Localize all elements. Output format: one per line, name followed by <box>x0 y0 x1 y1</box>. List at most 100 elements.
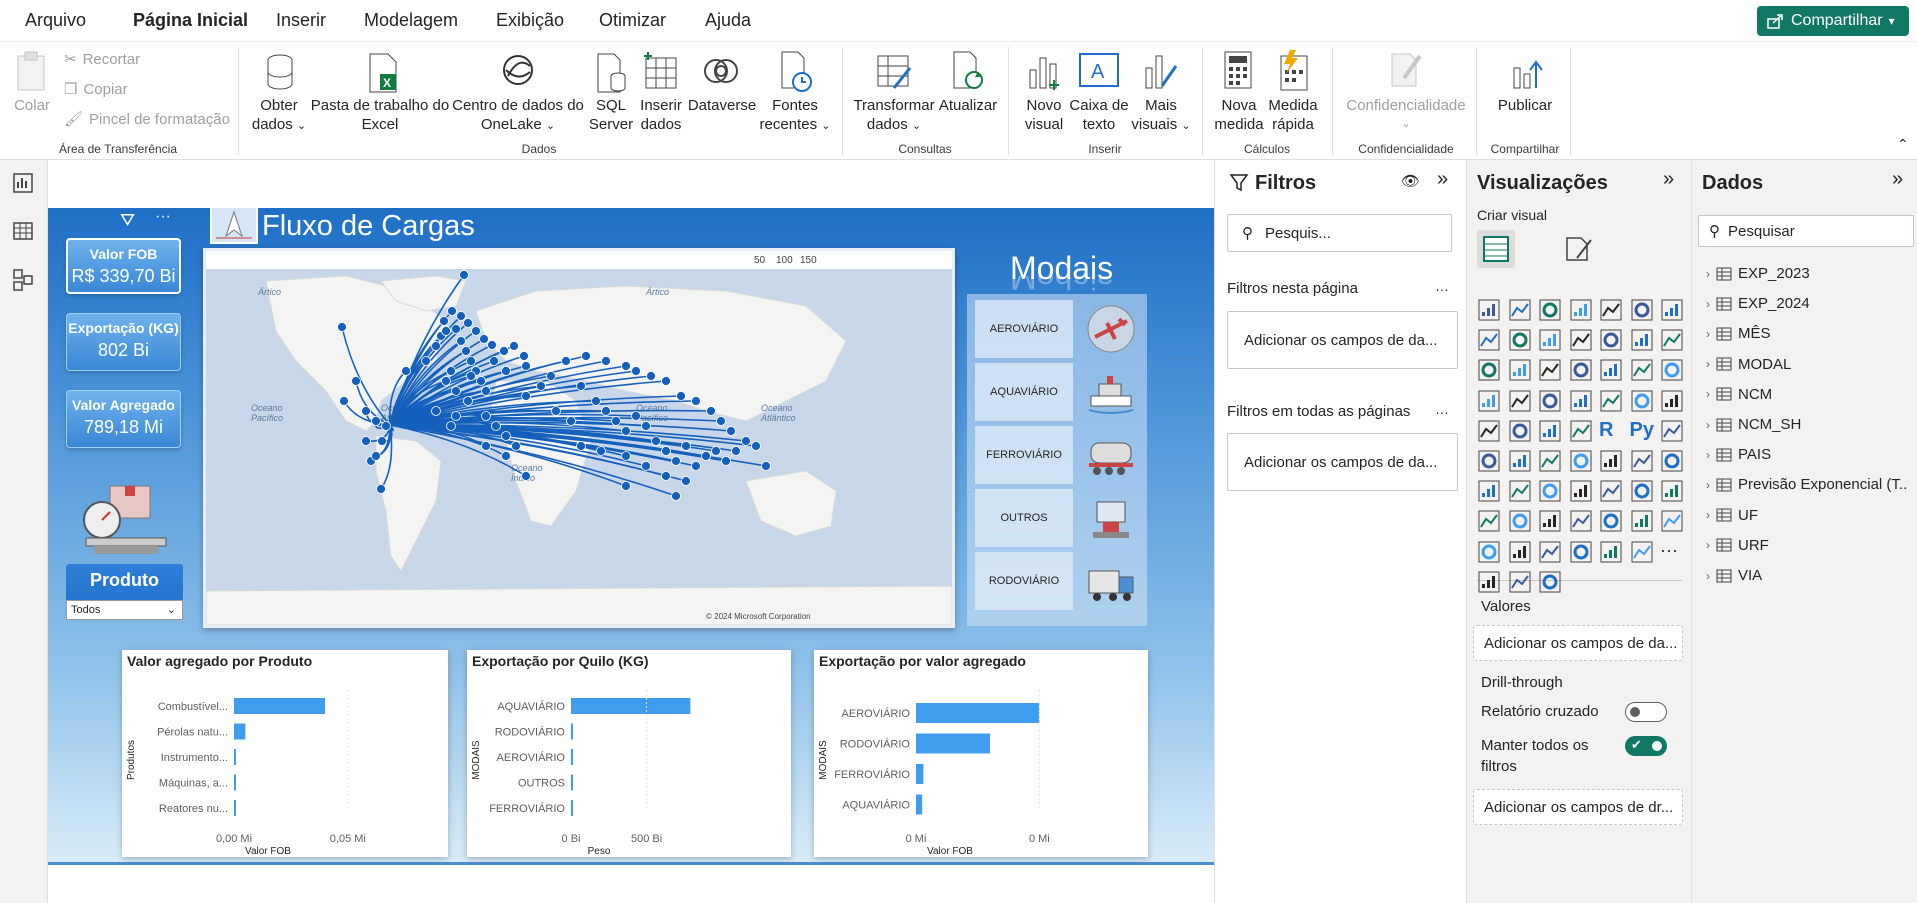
new-visual-button[interactable]: Novo visual <box>1018 96 1070 134</box>
route-destination-point[interactable] <box>731 446 741 456</box>
text-box-button[interactable]: Caixa de texto <box>1068 96 1130 134</box>
bar[interactable] <box>234 698 326 714</box>
visual-type-icon[interactable] <box>1569 540 1595 566</box>
route-destination-point[interactable] <box>521 391 531 401</box>
bar[interactable] <box>234 774 236 791</box>
route-destination-point[interactable] <box>351 376 361 386</box>
route-destination-point[interactable] <box>641 421 651 431</box>
sensitivity-button[interactable]: Confidencialidade ⌄ <box>1340 96 1472 134</box>
menu-exibicao[interactable]: Exibição <box>496 10 564 31</box>
visual-type-icon[interactable] <box>1630 540 1656 566</box>
filters-this-page-drop[interactable]: Adicionar os campos de da... <box>1227 311 1458 369</box>
bar[interactable] <box>234 723 246 740</box>
visual-type-icon[interactable] <box>1599 540 1625 566</box>
bar[interactable] <box>916 764 924 784</box>
route-destination-point[interactable] <box>381 421 391 431</box>
build-visual-tab[interactable] <box>1477 230 1515 268</box>
route-destination-point[interactable] <box>631 411 641 421</box>
more-visuals-button[interactable]: Mais visuais ⌄ <box>1130 96 1192 136</box>
visual-type-icon[interactable] <box>1569 328 1595 354</box>
visual-type-icon[interactable] <box>1508 479 1534 505</box>
more-options-icon[interactable]: … <box>1435 401 1449 417</box>
route-destination-point[interactable] <box>361 406 371 416</box>
visual-type-icon[interactable] <box>1477 570 1503 596</box>
route-destination-point[interactable] <box>447 306 457 316</box>
visual-type-icon[interactable] <box>1508 419 1534 445</box>
route-destination-point[interactable] <box>621 361 631 371</box>
route-destination-point[interactable] <box>487 340 497 350</box>
table-item[interactable]: › NCM_SH <box>1706 416 1801 433</box>
route-destination-point[interactable] <box>721 456 731 466</box>
visual-type-icon[interactable] <box>1660 509 1686 535</box>
visual-type-icon[interactable] <box>1477 328 1503 354</box>
collapse-filters-icon[interactable]: » <box>1437 168 1448 191</box>
menu-arquivo[interactable]: Arquivo <box>25 10 86 31</box>
route-destination-point[interactable] <box>711 446 721 456</box>
visual-type-icon[interactable] <box>1660 298 1686 324</box>
collapse-ribbon-icon[interactable]: ⌃ <box>1897 136 1909 153</box>
route-destination-point[interactable] <box>511 441 521 451</box>
route-destination-point[interactable] <box>761 461 771 471</box>
visual-type-icon[interactable] <box>1630 479 1656 505</box>
route-destination-point[interactable] <box>431 341 441 351</box>
route-destination-point[interactable] <box>441 326 451 336</box>
visual-type-icon[interactable] <box>1660 479 1686 505</box>
route-destination-point[interactable] <box>651 436 661 446</box>
route-destination-point[interactable] <box>716 416 726 426</box>
bar[interactable] <box>234 800 236 816</box>
route-destination-point[interactable] <box>566 416 576 426</box>
quick-measure-button[interactable]: Medida rápida <box>1264 96 1322 134</box>
route-destination-point[interactable] <box>576 441 586 451</box>
visual-type-icon[interactable] <box>1569 509 1595 535</box>
chart-exportacao-quilo[interactable]: Exportação por Quilo (KG) AQUAVIÁRIO RODO… <box>467 650 791 857</box>
route-destination-point[interactable] <box>751 441 761 451</box>
route-destination-point[interactable] <box>431 406 441 416</box>
route-destination-point[interactable] <box>621 481 631 491</box>
zoom-label[interactable]: 100 <box>776 255 793 266</box>
visual-type-icon[interactable] <box>1538 358 1564 384</box>
route-destination-point[interactable] <box>476 376 486 386</box>
route-destination-point[interactable] <box>446 421 456 431</box>
visual-type-icon[interactable] <box>1569 479 1595 505</box>
chart-exportacao-valor-agregado[interactable]: Exportação por valor agregado AEROVIÁRIO… <box>814 650 1148 857</box>
route-destination-point[interactable] <box>661 376 671 386</box>
menu-inserir[interactable]: Inserir <box>276 10 326 31</box>
visual-type-icon[interactable] <box>1508 298 1534 324</box>
visual-type-icon[interactable] <box>1538 570 1564 596</box>
route-destination-point[interactable] <box>661 446 671 456</box>
visual-type-icon[interactable] <box>1630 509 1656 535</box>
cross-report-toggle[interactable] <box>1625 702 1667 722</box>
visual-type-icon[interactable] <box>1538 298 1564 324</box>
route-destination-point[interactable] <box>481 411 491 421</box>
eye-icon[interactable]: 👁 <box>1401 172 1420 190</box>
dataverse-button[interactable]: Dataverse <box>684 96 760 115</box>
data-search-input[interactable]: ⚲ Pesquisar <box>1698 215 1914 247</box>
route-destination-point[interactable] <box>519 351 529 361</box>
route-destination-point[interactable] <box>741 436 751 446</box>
zoom-label[interactable]: 50 <box>754 255 766 266</box>
route-destination-point[interactable] <box>631 366 641 376</box>
route-destination-point[interactable] <box>463 318 473 328</box>
visual-type-icon[interactable] <box>1569 358 1595 384</box>
route-destination-point[interactable] <box>479 334 489 344</box>
collapse-viz-icon[interactable]: » <box>1663 168 1674 191</box>
collapse-data-icon[interactable]: » <box>1892 168 1903 191</box>
route-destination-point[interactable] <box>501 451 511 461</box>
visual-type-icon[interactable] <box>1538 328 1564 354</box>
visual-type-icon[interactable] <box>1477 358 1503 384</box>
visual-type-icon[interactable] <box>1599 509 1625 535</box>
route-destination-point[interactable] <box>371 416 381 426</box>
route-destination-point[interactable] <box>706 406 716 416</box>
recent-sources-button[interactable]: Fontes recentes ⌄ <box>756 96 834 136</box>
visual-type-icon[interactable] <box>1630 449 1656 475</box>
visual-type-icon[interactable] <box>1508 328 1534 354</box>
route-destination-point[interactable] <box>491 421 501 431</box>
enter-data-button[interactable]: Inserir dados <box>636 96 686 134</box>
visual-type-icon[interactable] <box>1599 389 1625 415</box>
route-destination-point[interactable] <box>451 386 461 396</box>
visual-type-icon[interactable] <box>1477 509 1503 535</box>
route-destination-point[interactable] <box>371 451 381 461</box>
chart-valor-agregado-produto[interactable]: Valor agregado por Produto Combustível..… <box>122 650 448 857</box>
table-item[interactable]: › VIA <box>1706 567 1762 584</box>
visual-type-icon[interactable] <box>1569 298 1595 324</box>
